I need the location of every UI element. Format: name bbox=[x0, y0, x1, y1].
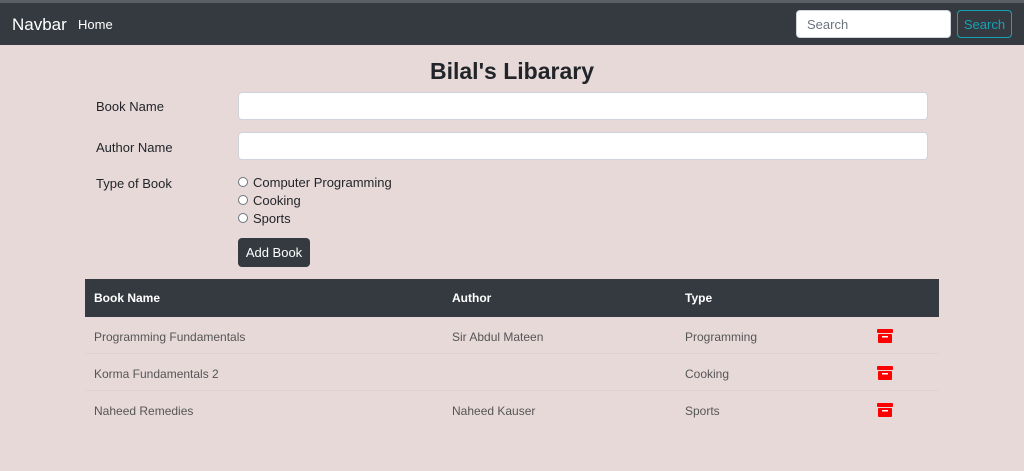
radio-button[interactable] bbox=[238, 213, 248, 223]
header-author: Author bbox=[452, 291, 492, 305]
cell-author: Sir Abdul Mateen bbox=[452, 330, 544, 344]
search-input[interactable] bbox=[796, 10, 951, 38]
radio-label: Sports bbox=[253, 210, 291, 226]
page-title: Bilal's Libarary bbox=[430, 58, 594, 84]
author-name-label: Author Name bbox=[96, 140, 173, 155]
header-type: Type bbox=[685, 291, 713, 305]
add-book-button[interactable]: Add Book bbox=[238, 238, 310, 267]
book-name-label: Book Name bbox=[96, 99, 164, 114]
radio-label: Computer Programming bbox=[253, 174, 392, 190]
header-book-name: Book Name bbox=[94, 291, 161, 305]
navbar: Navbar Home Search bbox=[0, 3, 1024, 45]
type-of-book-label: Type of Book bbox=[96, 176, 172, 191]
cell-author: Naheed Kauser bbox=[452, 404, 536, 418]
radio-sports[interactable]: Sports bbox=[238, 210, 291, 226]
table-row: Naheed Remedies Naheed Kauser Sports bbox=[85, 392, 939, 428]
trash-icon[interactable] bbox=[877, 366, 893, 380]
table-row: Korma Fundamentals 2 Cooking bbox=[85, 355, 939, 391]
cell-book-name: Korma Fundamentals 2 bbox=[94, 367, 219, 381]
book-name-input[interactable] bbox=[238, 92, 928, 120]
cell-type: Cooking bbox=[685, 367, 730, 381]
nav-link-home[interactable]: Home bbox=[78, 17, 113, 32]
navbar-brand[interactable]: Navbar bbox=[12, 15, 67, 35]
trash-icon[interactable] bbox=[877, 329, 893, 343]
author-name-input[interactable] bbox=[238, 132, 928, 160]
radio-button[interactable] bbox=[238, 177, 248, 187]
cell-type: Programming bbox=[685, 330, 758, 344]
cell-book-name: Naheed Remedies bbox=[94, 404, 194, 418]
radio-button[interactable] bbox=[238, 195, 248, 205]
cell-book-name: Programming Fundamentals bbox=[94, 330, 246, 344]
table-header: Book Name Author Type bbox=[85, 279, 939, 317]
trash-icon[interactable] bbox=[877, 403, 893, 417]
radio-cooking[interactable]: Cooking bbox=[238, 192, 301, 208]
radio-computer-programming[interactable]: Computer Programming bbox=[238, 174, 392, 190]
cell-type: Sports bbox=[685, 404, 720, 418]
table-row: Programming Fundamentals Sir Abdul Matee… bbox=[85, 318, 939, 354]
radio-label: Cooking bbox=[253, 192, 301, 208]
search-button[interactable]: Search bbox=[957, 10, 1012, 38]
